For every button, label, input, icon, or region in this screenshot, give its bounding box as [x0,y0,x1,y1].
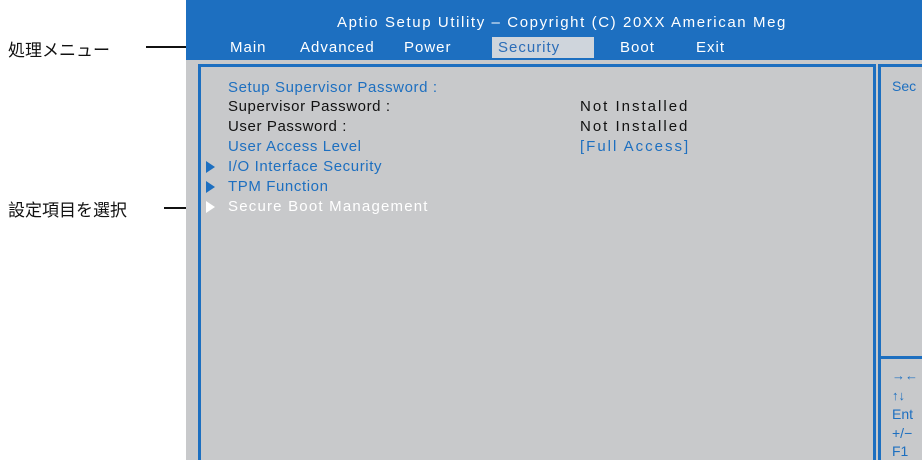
section-title: Setup Supervisor Password : [228,79,438,96]
title-bar: Aptio Setup Utility – Copyright (C) 20XX… [186,0,922,35]
user-access-level-value[interactable]: [Full Access] [580,137,690,156]
submenu-arrow-icon [206,201,215,213]
help-text: Sec [892,78,917,94]
user-password-label: User Password : [228,118,348,135]
bios-title: Aptio Setup Utility – Copyright (C) 20XX… [337,14,787,31]
submenu-tpm-function[interactable]: TPM Function [228,177,329,196]
submenu-arrow-icon [206,181,215,193]
submenu-io-interface-security[interactable]: I/O Interface Security [228,157,382,176]
submenu-arrow-icon [206,161,215,173]
help-divider [878,356,922,359]
help-key-enter: Ent [892,406,914,422]
supervisor-password-label: Supervisor Password : [228,98,391,115]
help-key-up-down: ↑↓ [892,388,905,403]
supervisor-password-value: Not Installed [580,98,690,115]
help-key-f1: F1 [892,443,909,459]
submenu-secure-boot-management[interactable]: Secure Boot Management [228,197,429,216]
tab-security[interactable]: Security [492,37,594,58]
help-key-left-right: →← [892,368,918,383]
menu-bar: Main Advanced Power Security Boot Exit [186,35,922,60]
tab-exit[interactable]: Exit [690,37,731,58]
bios-screen: Aptio Setup Utility – Copyright (C) 20XX… [186,0,922,460]
user-password-value: Not Installed [580,118,690,135]
tab-advanced[interactable]: Advanced [294,37,381,58]
annotation-select-label: 設定項目を選択 [8,201,127,221]
tab-power[interactable]: Power [398,37,458,58]
help-key-plus-minus: +/− [892,425,913,441]
user-access-level-label[interactable]: User Access Level [228,137,362,156]
tab-main[interactable]: Main [224,37,273,58]
annotation-menu-label: 処理メニュー [8,41,110,61]
tab-boot[interactable]: Boot [614,37,661,58]
